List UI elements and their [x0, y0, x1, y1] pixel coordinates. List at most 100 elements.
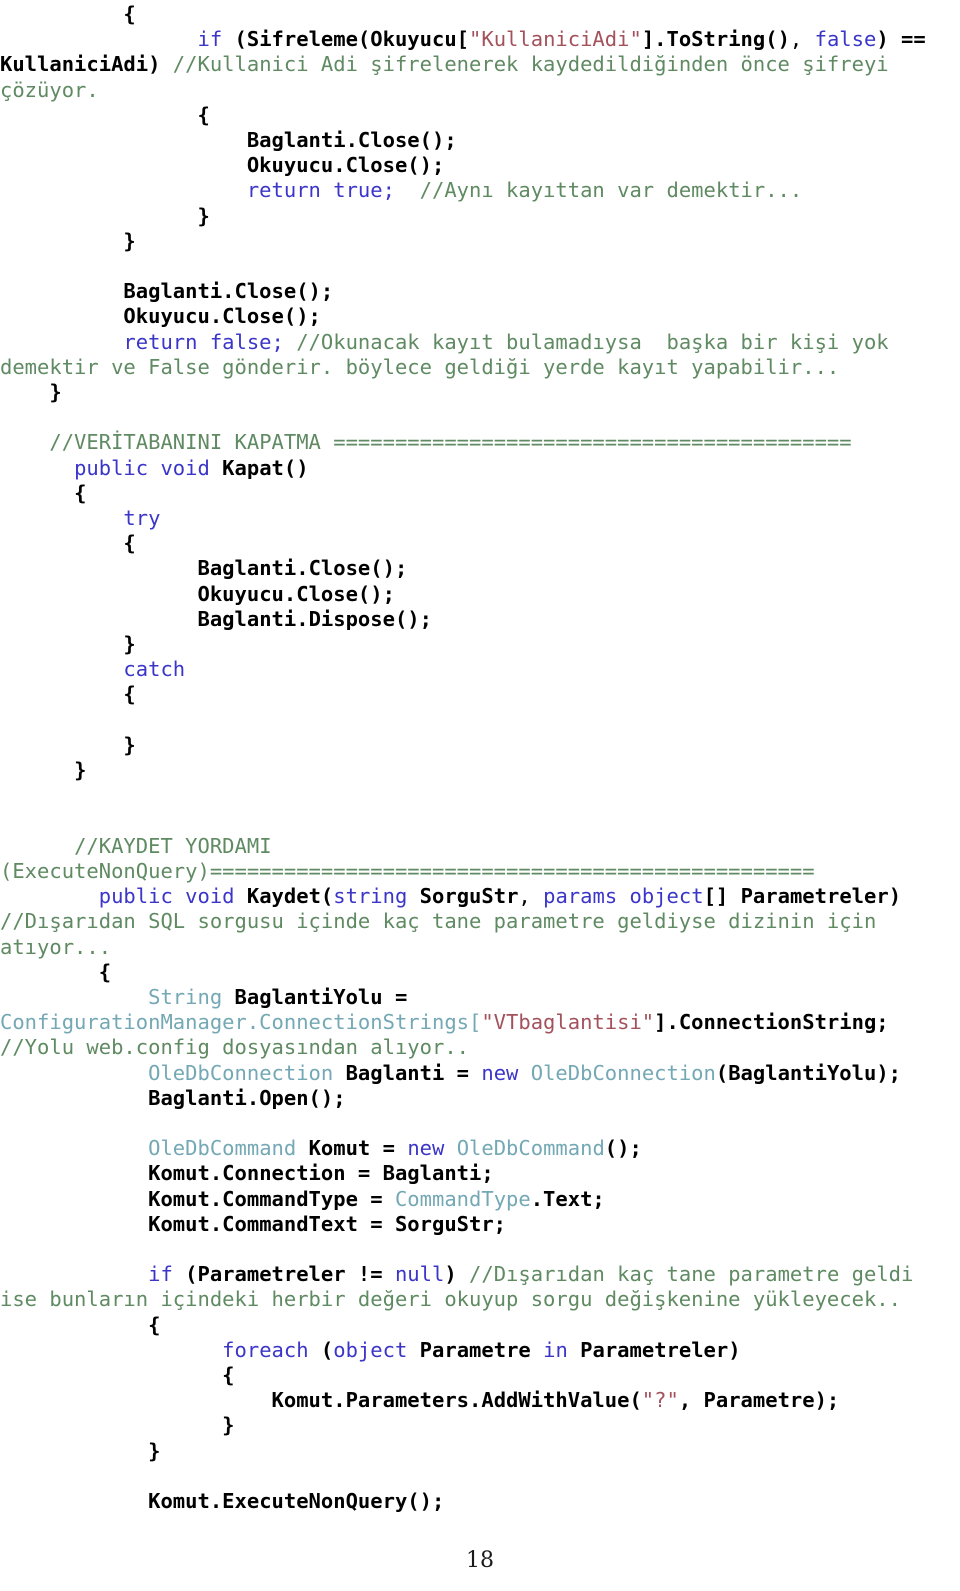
- code-token: KullaniciAdi): [0, 52, 161, 77]
- code-token: "KullaniciAdi": [469, 27, 642, 52]
- code-token: Parametreler): [740, 884, 902, 909]
- code-token: //KAYDET YORDAMI (ExecuteNonQuery)======…: [0, 833, 815, 883]
- code-token: Baglanti.Dispose();: [197, 606, 432, 631]
- code-token: }: [49, 380, 62, 405]
- code-token: new: [407, 1136, 445, 1161]
- code-token: catch: [123, 657, 186, 682]
- code-token: try: [123, 506, 161, 531]
- code-token: }: [197, 203, 210, 228]
- code-token: public void: [74, 455, 210, 480]
- code-token: OleDbCommand: [456, 1136, 605, 1161]
- code-line: public void Kaydet(string SorguStr, para…: [0, 884, 960, 960]
- code-line: String BaglantiYolu = ConfigurationManag…: [0, 985, 960, 1061]
- code-token: ].ConnectionString;: [654, 1010, 889, 1035]
- code-line: Baglanti.Close();: [0, 279, 960, 304]
- code-line: ​: [0, 1111, 960, 1136]
- code-line: {: [0, 960, 960, 985]
- code-line: if (Parametreler != null) //Dışarıdan ka…: [0, 1262, 960, 1312]
- code-line: Komut.Connection = Baglanti;: [0, 1161, 960, 1186]
- code-token: {: [197, 102, 210, 127]
- code-line: Baglanti.Close();: [0, 128, 960, 153]
- code-token: OleDbConnection: [148, 1060, 334, 1085]
- code-token: false: [814, 27, 877, 52]
- code-token: ,: [518, 884, 544, 909]
- code-token: }: [123, 228, 136, 253]
- code-token: //Dışarıdan SQL sorgusu içinde kaç tane …: [0, 909, 889, 959]
- code-token: //Aynı kayıttan var demektir...: [419, 178, 803, 203]
- code-token: OleDbConnection: [530, 1060, 716, 1085]
- code-token: Komut.CommandType =: [148, 1186, 395, 1211]
- code-line: Okuyucu.Close();: [0, 582, 960, 607]
- code-token: CommandType: [394, 1186, 531, 1211]
- code-line: }: [0, 1439, 960, 1464]
- code-token: SorguStr: [419, 884, 519, 909]
- code-token: ,: [789, 27, 815, 52]
- code-token: "VTbaglantisi": [481, 1010, 655, 1035]
- code-token: return false;: [123, 329, 284, 354]
- document-page: { if (Sifreleme(Okuyucu["KullaniciAdi"].…: [0, 0, 960, 1591]
- code-line: Baglanti.Close();: [0, 556, 960, 581]
- code-token: {: [148, 1312, 161, 1337]
- code-token: Baglanti.Close();: [123, 279, 334, 304]
- code-line: ​: [0, 1237, 960, 1262]
- code-line: try: [0, 506, 960, 531]
- code-token: "?": [641, 1388, 679, 1413]
- code-listing: { if (Sifreleme(Okuyucu["KullaniciAdi"].…: [0, 0, 960, 1514]
- code-line: ​: [0, 708, 960, 733]
- code-token: ();: [604, 1136, 642, 1161]
- code-line: ​: [0, 405, 960, 430]
- code-line: Komut.Parameters.AddWithValue("?", Param…: [0, 1388, 960, 1413]
- code-token: {: [222, 1362, 235, 1387]
- code-line: Komut.CommandType = CommandType.Text;: [0, 1187, 960, 1212]
- code-line: foreach (object Parametre in Parametrele…: [0, 1338, 960, 1363]
- code-token: OleDbCommand: [148, 1136, 297, 1161]
- code-token: new: [481, 1060, 519, 1085]
- code-line: }: [0, 229, 960, 254]
- code-token: null: [394, 1262, 445, 1287]
- code-token: ].ToString(): [641, 27, 790, 52]
- code-line: {: [0, 682, 960, 707]
- code-line: public void Kapat(): [0, 456, 960, 481]
- code-line: {: [0, 481, 960, 506]
- code-token: ConfigurationManager: [0, 1010, 247, 1035]
- code-token: }: [74, 758, 87, 783]
- code-line: ​: [0, 783, 960, 808]
- code-token: Komut.CommandText = SorguStr;: [148, 1211, 507, 1236]
- code-token: ): [444, 1262, 457, 1287]
- code-token: Okuyucu.Close();: [246, 153, 445, 178]
- code-token: Kaydet(: [246, 884, 334, 909]
- code-token: String: [148, 984, 223, 1009]
- code-token: {: [123, 531, 136, 556]
- code-token: }: [148, 1438, 161, 1463]
- code-token: []: [703, 884, 741, 909]
- code-token: Baglanti.Open();: [148, 1085, 346, 1110]
- code-token: ) ==: [876, 27, 926, 52]
- code-line: Okuyucu.Close();: [0, 304, 960, 329]
- code-line: Baglanti.Open();: [0, 1086, 960, 1111]
- code-token: Komut =: [308, 1136, 395, 1161]
- code-token: Baglanti.Close();: [197, 556, 408, 581]
- code-token: Kapat(): [222, 455, 309, 480]
- code-token: (: [320, 1337, 334, 1362]
- code-token: {: [123, 682, 136, 707]
- code-line: {: [0, 1313, 960, 1338]
- code-line: }: [0, 1413, 960, 1438]
- code-token: Okuyucu.Close();: [123, 304, 321, 329]
- code-token: Komut.ExecuteNonQuery();: [148, 1488, 445, 1513]
- code-token: (Sifreleme(Okuyucu[: [234, 27, 470, 52]
- code-line: Baglanti.Dispose();: [0, 607, 960, 632]
- code-line: ​: [0, 254, 960, 279]
